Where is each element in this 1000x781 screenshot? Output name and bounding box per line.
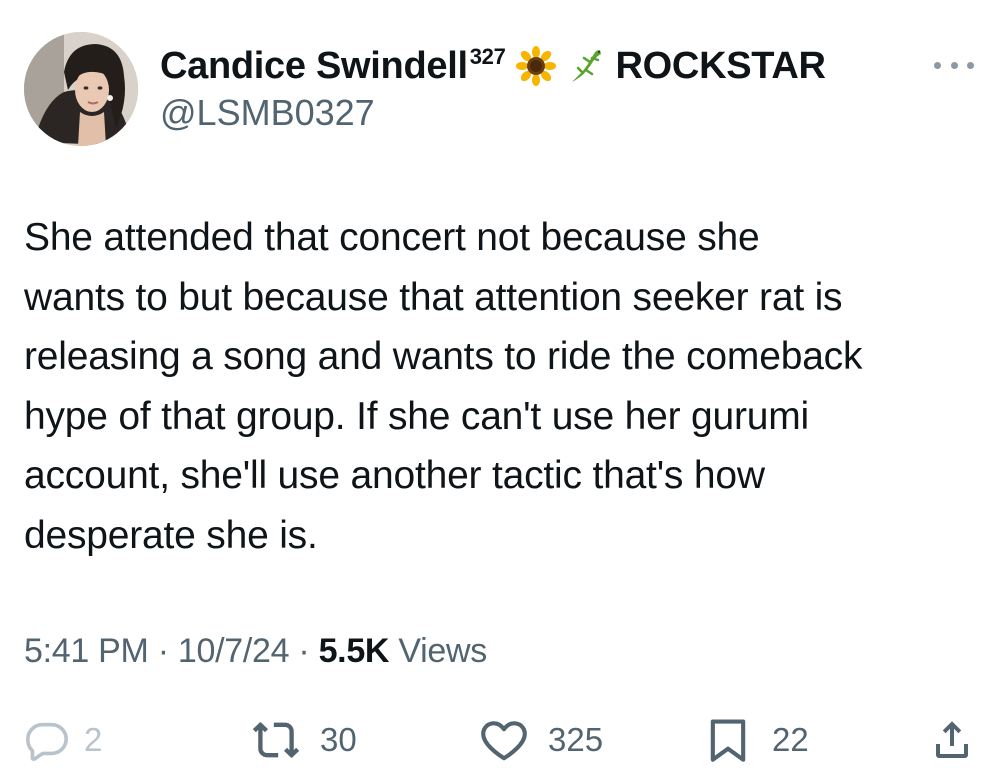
name-superscript: 327 — [469, 44, 506, 69]
display-name[interactable]: Candice Swindell327 — [160, 44, 506, 88]
reply-count: 2 — [84, 721, 103, 758]
meta-separator: · — [157, 632, 169, 670]
action-bar: 2 30 325 22 — [0, 712, 1000, 768]
views-count: 5.5K — [318, 632, 390, 670]
tweet-time[interactable]: 5:41 PM — [24, 632, 149, 670]
avatar[interactable] — [24, 32, 138, 146]
share-button[interactable] — [928, 712, 976, 768]
bookmark-count: 22 — [772, 721, 809, 758]
author-name-row[interactable]: Candice Swindell327 ROCKSTAR — [160, 42, 826, 90]
views-label: Views — [398, 632, 487, 670]
repost-button[interactable]: 30 — [250, 712, 357, 768]
meta-separator: · — [298, 632, 310, 670]
tweet-line: desperate she is. — [24, 513, 318, 557]
like-button[interactable]: 325 — [478, 712, 603, 768]
tweet-text: She attended that concert not because sh… — [24, 208, 984, 565]
tweet-line: hype of that group. If she can't use her… — [24, 394, 810, 438]
sunflower-icon — [515, 46, 556, 86]
tweet-line: account, she'll use another tactic that'… — [24, 454, 765, 497]
lizard-icon — [566, 46, 606, 86]
name-suffix[interactable]: ROCKSTAR — [616, 45, 826, 88]
tweet-meta: 5:41 PM · 10/7/24 · 5.5K Views — [24, 632, 487, 671]
dot — [950, 61, 958, 69]
more-options-icon[interactable] — [934, 58, 974, 72]
tweet-card: Candice Swindell327 ROCKSTAR @LSMB0327 S… — [0, 0, 1000, 781]
profile-photo — [24, 32, 138, 146]
reply-icon — [26, 722, 68, 762]
author-handle[interactable]: @LSMB0327 — [160, 92, 375, 134]
tweet-line: She attended that concert not because sh… — [24, 216, 760, 259]
tweet-line: releasing a song and wants to ride the c… — [24, 335, 863, 378]
bookmark-button[interactable]: 22 — [702, 712, 809, 768]
share-icon — [936, 721, 968, 758]
tweet-line: wants to but because that attention seek… — [24, 275, 843, 319]
reply-button[interactable]: 2 — [24, 712, 102, 768]
like-count: 325 — [548, 721, 604, 758]
repost-count: 30 — [320, 721, 357, 758]
heart-icon — [481, 721, 527, 761]
repost-icon — [252, 722, 300, 758]
bookmark-icon — [710, 719, 746, 762]
dot — [934, 61, 941, 69]
tweet-date[interactable]: 10/7/24 — [178, 632, 290, 670]
dot — [967, 61, 974, 69]
